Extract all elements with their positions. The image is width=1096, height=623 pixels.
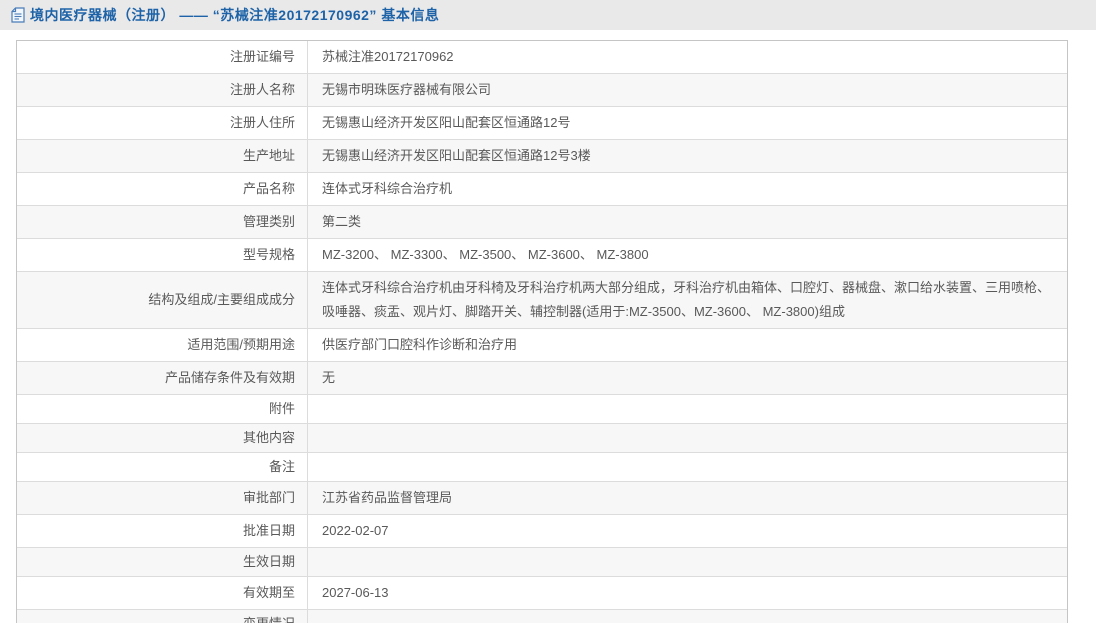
table-row: 管理类别 第二类 bbox=[17, 206, 1067, 239]
table-row: 产品储存条件及有效期 无 bbox=[17, 362, 1067, 395]
row-value: 江苏省药品监督管理局 bbox=[322, 490, 453, 505]
row-label: 产品储存条件及有效期 bbox=[17, 362, 308, 394]
table-row: 变更情况 bbox=[17, 610, 1067, 623]
table-row: 有效期至 2027-06-13 bbox=[17, 577, 1067, 610]
row-label: 备注 bbox=[17, 453, 308, 481]
row-value: 连体式牙科综合治疗机由牙科椅及牙科治疗机两大部分组成，牙科治疗机由箱体、口腔灯、… bbox=[322, 280, 1051, 319]
table-row: 生产地址 无锡惠山经济开发区阳山配套区恒通路12号3楼 bbox=[17, 140, 1067, 173]
table-row: 审批部门 江苏省药品监督管理局 bbox=[17, 482, 1067, 515]
table-row: 注册证编号 苏械注准20172170962 bbox=[17, 41, 1067, 74]
row-label: 生产地址 bbox=[17, 140, 308, 172]
row-label: 适用范围/预期用途 bbox=[17, 329, 308, 361]
row-label: 注册人名称 bbox=[17, 74, 308, 106]
row-label: 管理类别 bbox=[17, 206, 308, 238]
row-label: 其他内容 bbox=[17, 424, 308, 452]
row-label: 生效日期 bbox=[17, 548, 308, 576]
row-value: 2027-06-13 bbox=[322, 585, 389, 600]
table-row: 其他内容 bbox=[17, 424, 1067, 453]
table-row: 型号规格 MZ-3200、 MZ-3300、 MZ-3500、 MZ-3600、… bbox=[17, 239, 1067, 272]
row-value: 供医疗部门口腔科作诊断和治疗用 bbox=[322, 337, 518, 352]
row-value: 第二类 bbox=[322, 214, 362, 229]
row-value: 无锡市明珠医疗器械有限公司 bbox=[322, 82, 492, 97]
document-icon bbox=[11, 7, 25, 23]
row-value bbox=[308, 453, 1067, 481]
row-label: 审批部门 bbox=[17, 482, 308, 514]
row-label: 批准日期 bbox=[17, 515, 308, 547]
table-row: 产品名称 连体式牙科综合治疗机 bbox=[17, 173, 1067, 206]
row-label: 有效期至 bbox=[17, 577, 308, 609]
row-value: 无锡惠山经济开发区阳山配套区恒通路12号 bbox=[322, 115, 571, 130]
row-value: 苏械注准20172170962 bbox=[322, 49, 454, 64]
row-label: 附件 bbox=[17, 395, 308, 423]
row-value bbox=[308, 424, 1067, 452]
row-label: 结构及组成/主要组成成分 bbox=[17, 272, 308, 328]
row-label: 变更情况 bbox=[17, 610, 308, 623]
row-value: 2022-02-07 bbox=[322, 523, 389, 538]
table-row: 注册人住所 无锡惠山经济开发区阳山配套区恒通路12号 bbox=[17, 107, 1067, 140]
page-title: 境内医疗器械（注册） —— “苏械注准20172170962” 基本信息 bbox=[30, 7, 440, 23]
table-row: 注册人名称 无锡市明珠医疗器械有限公司 bbox=[17, 74, 1067, 107]
row-value: 无锡惠山经济开发区阳山配套区恒通路12号3楼 bbox=[322, 148, 591, 163]
row-value: MZ-3200、 MZ-3300、 MZ-3500、 MZ-3600、 MZ-3… bbox=[322, 247, 649, 262]
row-label: 型号规格 bbox=[17, 239, 308, 271]
table-row: 适用范围/预期用途 供医疗部门口腔科作诊断和治疗用 bbox=[17, 329, 1067, 362]
registration-info-table: 注册证编号 苏械注准20172170962 注册人名称 无锡市明珠医疗器械有限公… bbox=[16, 40, 1068, 623]
row-label: 产品名称 bbox=[17, 173, 308, 205]
row-value: 连体式牙科综合治疗机 bbox=[322, 181, 453, 196]
table-row: 批准日期 2022-02-07 bbox=[17, 515, 1067, 548]
page-header: 境内医疗器械（注册） —— “苏械注准20172170962” 基本信息 bbox=[0, 0, 1096, 30]
row-label: 注册人住所 bbox=[17, 107, 308, 139]
table-row: 结构及组成/主要组成成分 连体式牙科综合治疗机由牙科椅及牙科治疗机两大部分组成，… bbox=[17, 272, 1067, 329]
table-row: 附件 bbox=[17, 395, 1067, 424]
table-row: 备注 bbox=[17, 453, 1067, 482]
row-value: 无 bbox=[322, 370, 336, 385]
row-value bbox=[308, 395, 1067, 423]
row-value bbox=[308, 610, 1067, 623]
table-row: 生效日期 bbox=[17, 548, 1067, 577]
row-value bbox=[308, 548, 1067, 576]
row-label: 注册证编号 bbox=[17, 41, 308, 73]
